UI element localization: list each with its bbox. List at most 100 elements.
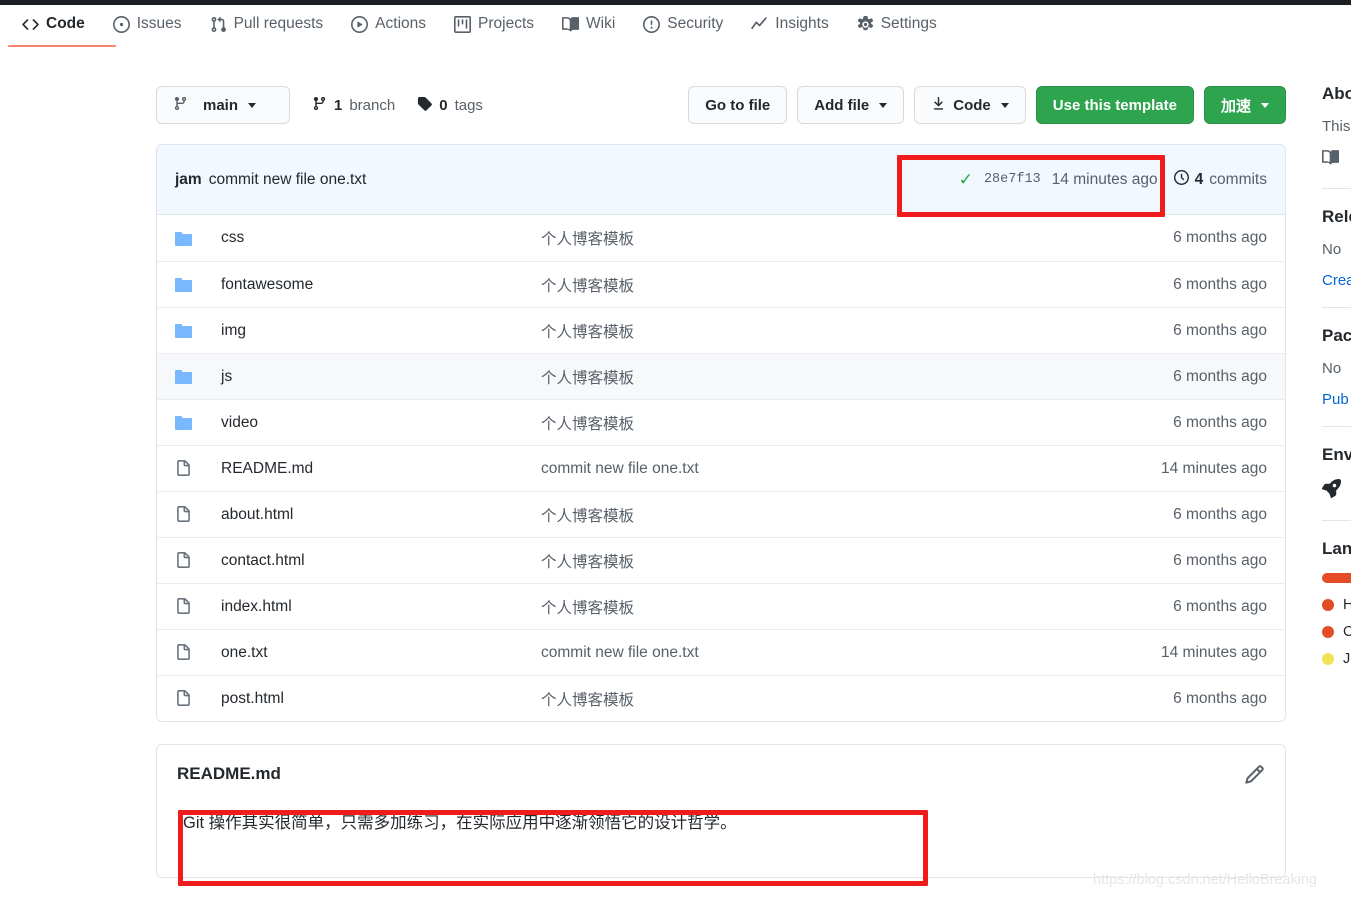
repo-main-column: main 1 branch 0 tags Go to file Add file…: [156, 84, 1286, 879]
shield-icon: [643, 15, 661, 33]
file-commit-message[interactable]: 个人博客模板: [541, 274, 1092, 296]
file-commit-time: 6 months ago: [1173, 505, 1267, 523]
code-icon: [22, 16, 39, 33]
tab-insights[interactable]: Insights: [737, 5, 842, 43]
file-commit-message[interactable]: 个人博客模板: [541, 596, 1092, 618]
git-branch-icon: [173, 96, 188, 115]
table-row[interactable]: js 个人博客模板 6 months ago: [157, 353, 1285, 399]
table-row[interactable]: README.md commit new file one.txt 14 minut…: [157, 445, 1285, 491]
table-row[interactable]: post.html 个人博客模板 6 months ago: [157, 675, 1285, 721]
chevron-down-icon: [248, 102, 257, 108]
file-commit-message[interactable]: 个人博客模板: [541, 227, 1092, 249]
tab-security[interactable]: Security: [629, 5, 737, 43]
tab-code[interactable]: Code: [8, 5, 99, 43]
file-commit-message[interactable]: commit new file one.txt: [541, 460, 1092, 478]
table-row[interactable]: img 个人博客模板 6 months ago: [157, 307, 1285, 353]
publish-package-link[interactable]: Pub: [1322, 391, 1351, 408]
language-color-dot: [1322, 626, 1334, 638]
file-name[interactable]: video: [221, 414, 541, 432]
commit-author[interactable]: jam: [175, 171, 202, 189]
readme-link-row[interactable]: [1322, 149, 1351, 170]
nav-bottom-border: [0, 47, 1351, 48]
latest-commit-bar: jam commit new file one.txt ✓ 28e7f13 14…: [157, 145, 1285, 215]
commits-count-link[interactable]: 4 commits: [1173, 169, 1267, 190]
about-section: About This: [1322, 84, 1351, 170]
file-name[interactable]: index.html: [221, 598, 541, 616]
releases-section: Releases No Crea: [1322, 207, 1351, 289]
readme-title: README.md: [177, 764, 281, 783]
table-row[interactable]: one.txt commit new file one.txt 14 minutes…: [157, 629, 1285, 675]
tab-wiki-label: Wiki: [586, 15, 616, 32]
repo-action-buttons: Go to file Add file Code Use this templa…: [688, 86, 1286, 124]
accelerate-button[interactable]: 加速: [1203, 86, 1286, 124]
folder-icon: [175, 231, 221, 246]
tag-count-link[interactable]: 0 tags: [417, 96, 483, 115]
table-row[interactable]: css 个人博客模板 6 months ago: [157, 215, 1285, 261]
commit-status-group[interactable]: ✓ 28e7f13 14 minutes ago: [959, 171, 1158, 189]
gear-icon: [857, 15, 874, 33]
file-name[interactable]: css: [221, 229, 541, 247]
file-commit-message[interactable]: commit new file one.txt: [541, 644, 1092, 662]
language-color-dot: [1322, 653, 1334, 665]
branch-count-link[interactable]: 1 branch: [312, 96, 395, 115]
commit-message[interactable]: commit new file one.txt: [209, 171, 367, 189]
folder-icon: [175, 415, 221, 430]
graph-icon: [751, 16, 768, 33]
create-release-link[interactable]: Crea: [1322, 272, 1351, 289]
file-icon: [175, 552, 221, 569]
language-item[interactable]: JavaScript: [1322, 651, 1351, 667]
file-name[interactable]: post.html: [221, 690, 541, 708]
table-row[interactable]: index.html 个人博客模板 6 months ago: [157, 583, 1285, 629]
packages-section: Packages No Pub: [1322, 326, 1351, 408]
file-name[interactable]: about.html: [221, 506, 541, 524]
tab-pull-requests[interactable]: Pull requests: [196, 5, 338, 43]
environment-item[interactable]: [1321, 479, 1351, 502]
table-row[interactable]: video 个人博客模板 6 months ago: [157, 399, 1285, 445]
tab-code-label: Code: [46, 15, 85, 32]
repo-meta-counts: 1 branch 0 tags: [312, 96, 483, 115]
commit-sha[interactable]: 28e7f13: [984, 172, 1041, 187]
tab-projects-label: Projects: [478, 15, 535, 32]
packages-empty-text: No: [1322, 360, 1342, 377]
file-name[interactable]: img: [221, 322, 541, 340]
file-commit-time: 6 months ago: [1173, 367, 1267, 385]
code-download-button[interactable]: Code: [914, 86, 1026, 124]
tab-settings[interactable]: Settings: [843, 5, 951, 43]
tab-issues[interactable]: Issues: [99, 5, 196, 43]
language-item[interactable]: HTML: [1322, 597, 1351, 613]
commits-count-value: 4: [1194, 170, 1204, 188]
file-name[interactable]: fontawesome: [221, 276, 541, 294]
file-commit-time: 14 minutes ago: [1161, 459, 1267, 477]
tab-actions[interactable]: Actions: [337, 5, 440, 43]
add-file-button[interactable]: Add file: [797, 86, 905, 124]
file-commit-message[interactable]: 个人博客模板: [541, 504, 1092, 526]
use-this-template-button[interactable]: Use this template: [1035, 86, 1194, 124]
file-icon: [175, 460, 221, 477]
file-commit-time: 6 months ago: [1173, 229, 1267, 246]
file-rows-container: css 个人博客模板 6 months ago fontawesome 个人博客模板 6 …: [157, 215, 1285, 721]
file-name[interactable]: README.md: [221, 460, 541, 478]
file-commit-message[interactable]: 个人博客模板: [541, 320, 1092, 342]
tab-wiki[interactable]: Wiki: [548, 5, 629, 43]
file-icon: [175, 644, 221, 661]
branch-selector-button[interactable]: main: [156, 86, 290, 124]
table-row[interactable]: about.html 个人博客模板 6 months ago: [157, 491, 1285, 537]
file-commit-message[interactable]: 个人博客模板: [541, 366, 1092, 388]
pencil-icon[interactable]: [1244, 764, 1265, 785]
project-icon: [454, 15, 472, 33]
readme-content: Git 操作其实很简单，只需多加练习，在实际应用中逐渐领悟它的设计哲学。: [183, 814, 737, 832]
file-commit-message[interactable]: 个人博客模板: [541, 412, 1092, 434]
tab-projects[interactable]: Projects: [440, 5, 548, 43]
file-name[interactable]: contact.html: [221, 552, 541, 570]
language-item[interactable]: CSS: [1322, 624, 1351, 640]
table-row[interactable]: fontawesome 个人博客模板 6 months ago: [157, 261, 1285, 307]
file-commit-message[interactable]: 个人博客模板: [541, 550, 1092, 572]
book-icon: [1322, 149, 1340, 170]
file-commit-message[interactable]: 个人博客模板: [541, 688, 1092, 710]
history-icon: [1173, 169, 1189, 190]
file-name[interactable]: one.txt: [221, 644, 541, 662]
go-to-file-button[interactable]: Go to file: [688, 86, 788, 124]
file-name[interactable]: js: [221, 368, 541, 386]
sidebar-divider: [1322, 520, 1351, 521]
table-row[interactable]: contact.html 个人博客模板 6 months ago: [157, 537, 1285, 583]
